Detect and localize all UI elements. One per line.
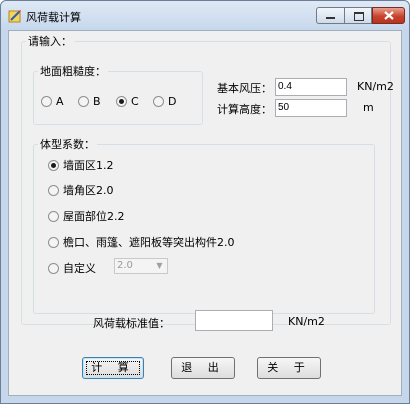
- radio-icon: [153, 96, 164, 107]
- calc-height-input[interactable]: 50: [275, 99, 347, 117]
- chevron-down-icon: ▼: [156, 261, 163, 270]
- maximize-button[interactable]: [344, 7, 372, 24]
- client-area: 请输入： 地面粗糙度： A B C D 基本风压： 0.4 KN/m2 计算高度…: [8, 30, 402, 396]
- app-window: 风荷载计算 请输入： 地面粗糙度： A B C D 基本风压： 0.4 KN/m…: [0, 0, 410, 404]
- title-bar[interactable]: 风荷载计算: [1, 1, 409, 29]
- radio-label: 自定义: [63, 262, 96, 275]
- roughness-option-d[interactable]: D: [153, 95, 176, 108]
- minimize-icon: [326, 17, 335, 19]
- shape-coef-legend: 体型系数：: [40, 138, 95, 151]
- about-button[interactable]: 关 于: [257, 357, 321, 379]
- custom-coef-value: 2.0: [117, 260, 133, 271]
- roughness-option-c[interactable]: C: [116, 95, 139, 108]
- radio-label: 檐口、雨篷、遮阳板等突出构件2.0: [63, 236, 235, 249]
- radio-icon: [78, 96, 89, 107]
- result-unit: KN/m2: [288, 315, 325, 328]
- roughness-option-b[interactable]: B: [78, 95, 101, 108]
- radio-selected-icon: [116, 96, 127, 107]
- app-icon: [8, 10, 21, 23]
- shape-option-custom[interactable]: 自定义: [48, 260, 96, 276]
- maximize-icon: [354, 12, 364, 21]
- exit-button-label: 退 出: [181, 361, 225, 374]
- radio-icon: [48, 236, 59, 248]
- shape-option-roof[interactable]: 屋面部位2.2: [48, 208, 125, 224]
- focus-rect: [86, 361, 140, 375]
- shape-option-wall[interactable]: 墙面区1.2: [48, 157, 114, 173]
- radio-label: 屋面部位2.2: [63, 210, 125, 223]
- basic-pressure-label: 基本风压：: [217, 82, 272, 95]
- minimize-button[interactable]: [316, 7, 345, 24]
- basic-pressure-unit: KN/m2: [357, 80, 394, 93]
- result-output[interactable]: [195, 310, 273, 331]
- radio-label: A: [56, 95, 64, 108]
- radio-label: B: [93, 95, 101, 108]
- calculate-button[interactable]: 计 算: [82, 357, 144, 379]
- input-group-legend: 请输入：: [28, 35, 72, 48]
- radio-label: D: [168, 95, 177, 108]
- radio-icon: [48, 184, 59, 196]
- roughness-legend: 地面粗糙度：: [40, 65, 106, 78]
- calc-height-unit: m: [363, 101, 374, 114]
- result-label: 风荷载标准值：: [93, 317, 170, 330]
- radio-label: 墙面区1.2: [63, 159, 114, 172]
- radio-label: C: [131, 95, 139, 108]
- radio-selected-icon: [48, 159, 59, 171]
- radio-label: 墙角区2.0: [63, 184, 114, 197]
- shape-option-eaves[interactable]: 檐口、雨篷、遮阳板等突出构件2.0: [48, 234, 235, 250]
- exit-button[interactable]: 退 出: [171, 357, 235, 379]
- shape-option-corner[interactable]: 墙角区2.0: [48, 182, 114, 198]
- custom-coef-select[interactable]: 2.0 ▼: [114, 258, 168, 274]
- basic-pressure-input[interactable]: 0.4: [275, 78, 347, 96]
- roughness-option-a[interactable]: A: [41, 95, 64, 108]
- calc-height-label: 计算高度：: [217, 103, 272, 116]
- window-title: 风荷载计算: [26, 11, 81, 24]
- radio-icon: [48, 262, 59, 274]
- radio-icon: [41, 96, 52, 107]
- close-icon: [384, 11, 394, 20]
- roughness-group: 地面粗糙度：: [33, 63, 203, 125]
- radio-icon: [48, 210, 59, 222]
- close-button[interactable]: [372, 7, 405, 24]
- about-button-label: 关 于: [267, 361, 311, 374]
